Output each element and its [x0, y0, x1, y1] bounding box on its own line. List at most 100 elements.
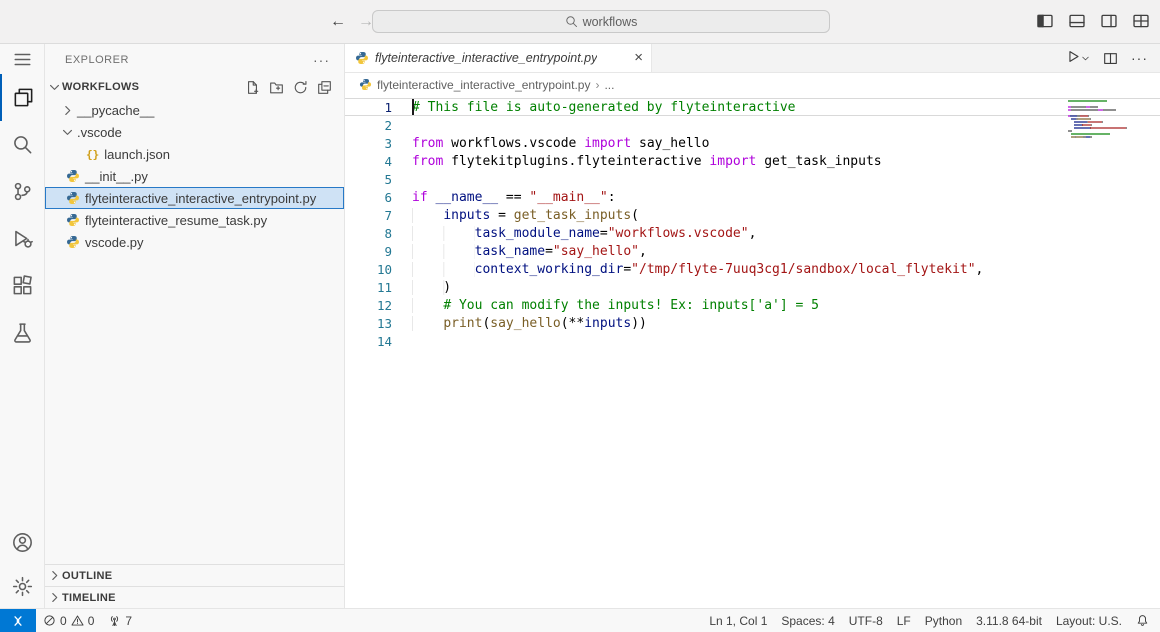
code-line-4[interactable]: 4from flytekitplugins.flyteinteractive i… [345, 152, 1160, 170]
editor-group: flyteinteractive_interactive_entrypoint.… [345, 44, 1160, 608]
code-line-11[interactable]: 11 ) [345, 278, 1160, 296]
menu-icon [12, 49, 33, 70]
titlebar: ← → workflows [0, 0, 1160, 44]
line-number[interactable]: 9 [345, 244, 392, 259]
status-language-mode[interactable]: Python [918, 609, 969, 632]
line-number[interactable]: 1 [345, 100, 392, 115]
activity-bar-source-control[interactable] [0, 168, 45, 215]
code-line-14[interactable]: 14 [345, 332, 1160, 350]
line-number[interactable]: 11 [345, 280, 392, 295]
activity-bar-run-debug[interactable] [0, 215, 45, 262]
outline-section[interactable]: OUTLINE [45, 564, 344, 586]
toggle-primary-sidebar-icon[interactable] [1036, 12, 1054, 30]
line-content: inputs = get_task_inputs( [392, 208, 639, 223]
tree-item--pycache-[interactable]: __pycache__ [45, 99, 344, 121]
tree-item-label: .vscode [77, 125, 122, 140]
explorer-more-actions-icon[interactable]: ··· [313, 52, 330, 68]
code-line-8[interactable]: 8 task_module_name="workflows.vscode", [345, 224, 1160, 242]
tree-item-flyteinteractive-interactive-entrypoint.py[interactable]: flyteinteractive_interactive_entrypoint.… [45, 187, 344, 209]
search-icon [12, 134, 33, 155]
ports-status[interactable]: 7 [101, 609, 139, 632]
activity-bar-extensions[interactable] [0, 262, 45, 309]
activity-bar-explorer[interactable] [0, 74, 45, 121]
code-line-7[interactable]: 7 inputs = get_task_inputs( [345, 206, 1160, 224]
code-line-5[interactable]: 5 [345, 170, 1160, 188]
status-eol[interactable]: LF [890, 609, 918, 632]
status-cursor-position[interactable]: Ln 1, Col 1 [702, 609, 774, 632]
status-indentation[interactable]: Spaces: 4 [774, 609, 841, 632]
tab-flyteinteractive-interactive-entrypoint[interactable]: flyteinteractive_interactive_entrypoint.… [345, 44, 652, 72]
command-center-search[interactable]: workflows [372, 10, 830, 33]
errors-icon [43, 614, 56, 627]
line-number[interactable]: 8 [345, 226, 392, 241]
customize-layout-icon[interactable] [1132, 12, 1150, 30]
activity-bar-search[interactable] [0, 121, 45, 168]
back-button[interactable]: ← [330, 11, 346, 33]
timeline-section[interactable]: TIMELINE [45, 586, 344, 608]
collapse-all-icon[interactable] [317, 80, 332, 95]
run-python-file-button[interactable] [1066, 49, 1090, 67]
status-right-items: Ln 1, Col 1Spaces: 4UTF-8LFPython3.11.8 … [702, 609, 1129, 632]
breadcrumb-more[interactable]: ... [604, 78, 614, 92]
status-interpreter[interactable]: 3.11.8 64-bit [969, 609, 1049, 632]
python-file-icon [355, 51, 369, 65]
line-number[interactable]: 3 [345, 136, 392, 151]
code-line-2[interactable]: 2 [345, 116, 1160, 134]
activity-bar-account[interactable] [0, 520, 45, 564]
toggle-secondary-sidebar-icon[interactable] [1100, 12, 1118, 30]
line-number[interactable]: 12 [345, 298, 392, 313]
activity-bar-testing[interactable] [0, 309, 45, 356]
problems-status[interactable]: 0 0 [36, 609, 101, 632]
status-encoding[interactable]: UTF-8 [842, 609, 890, 632]
line-content: from workflows.vscode import say_hello [392, 136, 709, 151]
tree-item-flyteinteractive-resume-task.py[interactable]: flyteinteractive_resume_task.py [45, 209, 344, 231]
toggle-panel-icon[interactable] [1068, 12, 1086, 30]
line-number[interactable]: 10 [345, 262, 392, 277]
line-number[interactable]: 2 [345, 118, 392, 133]
line-number[interactable]: 14 [345, 334, 392, 349]
tree-item-.vscode[interactable]: .vscode [45, 121, 344, 143]
code-line-12[interactable]: 12 # You can modify the inputs! Ex: inpu… [345, 296, 1160, 314]
workflows-section-header[interactable]: WORKFLOWS [45, 76, 344, 98]
code-line-9[interactable]: 9 task_name="say_hello", [345, 242, 1160, 260]
code-line-13[interactable]: 13 print(say_hello(**inputs)) [345, 314, 1160, 332]
code-line-10[interactable]: 10 context_working_dir="/tmp/flyte-7uuq3… [345, 260, 1160, 278]
python-file-icon [66, 213, 80, 227]
notifications-bell[interactable] [1129, 609, 1156, 632]
explorer-title: EXPLORER [65, 54, 129, 66]
tab-label: flyteinteractive_interactive_entrypoint.… [375, 51, 597, 65]
tree-item-launch.json[interactable]: {}launch.json [45, 143, 344, 165]
workbench: EXPLORER ··· WORKFLOWS __pycache__ .vscod… [0, 44, 1160, 608]
code-editor[interactable]: 1# This file is auto-generated by flytei… [345, 96, 1160, 608]
line-number[interactable]: 6 [345, 190, 392, 205]
extensions-icon [12, 275, 33, 296]
line-number[interactable]: 5 [345, 172, 392, 187]
close-tab-icon[interactable]: × [634, 51, 643, 65]
split-editor-icon[interactable] [1103, 51, 1118, 66]
new-file-icon[interactable] [245, 80, 260, 95]
code-line-6[interactable]: 6if __name__ == "__main__": [345, 188, 1160, 206]
minimap[interactable] [1068, 100, 1144, 142]
refresh-icon[interactable] [293, 80, 308, 95]
editor-more-actions-icon[interactable]: ··· [1131, 53, 1148, 63]
line-content: if __name__ == "__main__": [392, 190, 616, 205]
line-number[interactable]: 4 [345, 154, 392, 169]
line-number[interactable]: 7 [345, 208, 392, 223]
warnings-icon [71, 614, 84, 627]
editor-actions: ··· [1066, 44, 1160, 72]
breadcrumb-file[interactable]: flyteinteractive_interactive_entrypoint.… [377, 78, 590, 92]
activity-bar-settings[interactable] [0, 564, 45, 608]
line-number[interactable]: 13 [345, 316, 392, 331]
code-line-1[interactable]: 1# This file is auto-generated by flytei… [345, 98, 1160, 116]
status-right: Ln 1, Col 1Spaces: 4UTF-8LFPython3.11.8 … [702, 609, 1160, 632]
radio-tower-icon [108, 614, 121, 627]
new-folder-icon[interactable] [269, 80, 284, 95]
explorer-icon [13, 87, 34, 108]
chevron-down-icon [60, 125, 77, 140]
remote-indicator[interactable] [0, 609, 36, 632]
tree-item--init-.py[interactable]: __init__.py [45, 165, 344, 187]
activity-bar-menu[interactable] [0, 44, 45, 74]
tree-item-vscode.py[interactable]: vscode.py [45, 231, 344, 253]
status-keyboard-layout[interactable]: Layout: U.S. [1049, 609, 1129, 632]
code-line-3[interactable]: 3from workflows.vscode import say_hello [345, 134, 1160, 152]
